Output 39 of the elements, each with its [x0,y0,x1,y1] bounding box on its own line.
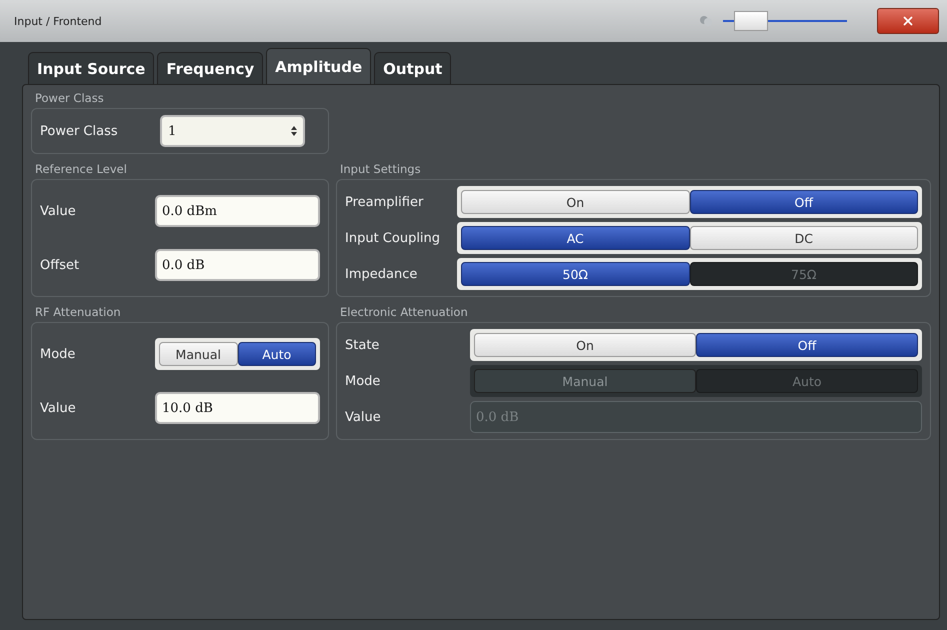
section-title: Input Settings [339,161,422,178]
setting-label: Input Coupling [345,230,442,246]
value-field[interactable]: 10.0 dB [155,392,320,424]
power-class-dropdown[interactable]: 1 [160,115,305,147]
toggle-option[interactable]: On [461,190,690,214]
toggle-option[interactable]: Off [690,190,918,214]
setting-label: Value [40,204,77,218]
setting-label: Mode [40,346,76,362]
setting-label: Offset [40,258,80,272]
section-title: RF Attenuation [34,304,122,321]
section-title: Reference Level [34,161,128,178]
tab[interactable]: Frequency [157,52,264,84]
slider-thumb[interactable] [734,11,768,31]
tab[interactable]: Output [374,52,452,84]
setting-label: State [345,338,380,352]
setting-label: Power Class [40,124,119,138]
section-title: Power Class [34,90,105,107]
toggle-option[interactable]: Manual [159,342,238,366]
toggle-option[interactable]: On [474,333,696,357]
toggle-option[interactable]: 50Ω [461,262,690,286]
value-field[interactable]: 0.0 dB [155,249,320,281]
section-title: Electronic Attenuation [339,304,469,321]
window-title: Input / Frontend [14,14,103,28]
toggle-option[interactable]: Off [696,333,918,357]
updown-arrows-icon [291,126,297,136]
value-field[interactable]: 0.0 dBm [155,195,320,227]
toggle-option[interactable]: Auto [238,342,316,366]
toggle-option[interactable]: DC [690,226,918,250]
transparency-slider[interactable] [723,11,847,31]
setting-label: Preamplifier [345,194,424,210]
tab[interactable]: Amplitude [266,48,372,84]
close-button[interactable] [877,8,939,34]
toggle-option[interactable]: AC [461,226,690,250]
setting-label: Impedance [345,266,418,282]
setting-label: Value [40,400,77,416]
close-icon [901,14,915,28]
tab[interactable]: Input Source [28,52,154,84]
setting-label: Value [345,410,382,424]
setting-label: Mode [345,374,382,388]
